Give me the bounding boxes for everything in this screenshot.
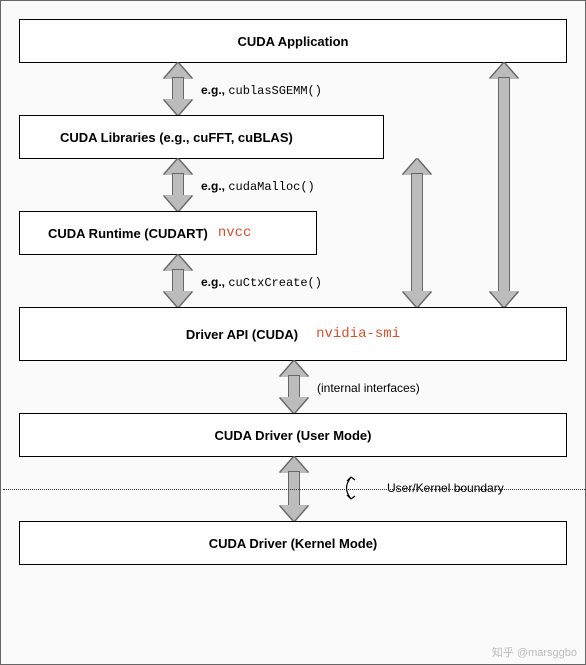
box-cuda-application: CUDA Application — [19, 19, 567, 63]
annotation-prefix: e.g., — [201, 275, 228, 289]
annotation-libs-runtime: e.g., cudaMalloc() — [201, 179, 315, 194]
watermark-text: 知乎 @marsggbo — [492, 644, 577, 660]
annotation-text: User/Kernel boundary — [387, 481, 504, 495]
box-label: CUDA Application — [238, 34, 349, 49]
annotation-app-libs: e.g., cublasSGEMM() — [201, 83, 322, 98]
annotation-user-kernel-boundary: User/Kernel boundary — [387, 481, 504, 495]
annotation-internal-interfaces: (internal interfaces) — [317, 381, 420, 395]
box-cuda-driver-user: CUDA Driver (User Mode) — [19, 413, 567, 457]
box-label: Driver API (CUDA) — [186, 327, 298, 342]
diagram-canvas: { "chart_data": { "type": "diagram", "ti… — [0, 0, 586, 665]
arrow-libs-to-runtime — [163, 159, 193, 211]
box-label: CUDA Libraries (e.g., cuFFT, cuBLAS) — [60, 130, 293, 145]
box-label: CUDA Runtime (CUDART) — [48, 226, 208, 241]
annotation-prefix: e.g., — [201, 179, 228, 193]
box-label: CUDA Driver (User Mode) — [215, 428, 372, 443]
annotation-prefix: e.g., — [201, 83, 228, 97]
annotation-code: cuCtxCreate() — [228, 276, 322, 290]
arrow-libs-to-driverapi-bypass — [402, 159, 432, 307]
annotation-code: cudaMalloc() — [228, 180, 314, 194]
box-label: CUDA Driver (Kernel Mode) — [209, 536, 378, 551]
boundary-curly-arrow-icon — [343, 471, 387, 505]
arrow-app-to-libs — [163, 63, 193, 115]
annotation-code: cublasSGEMM() — [228, 84, 322, 98]
arrow-driverapi-to-driveruser — [279, 361, 309, 413]
box-cuda-libraries: CUDA Libraries (e.g., cuFFT, cuBLAS) — [19, 115, 384, 159]
driverapi-annotation-nvidia-smi: nvidia-smi — [316, 326, 400, 342]
box-cuda-driver-kernel: CUDA Driver (Kernel Mode) — [19, 521, 567, 565]
arrow-runtime-to-driverapi — [163, 255, 193, 307]
runtime-annotation-nvcc: nvcc — [218, 225, 252, 241]
box-cuda-runtime: CUDA Runtime (CUDART) nvcc — [19, 211, 317, 255]
arrow-app-to-driverapi-bypass — [489, 63, 519, 307]
box-driver-api: Driver API (CUDA) nvidia-smi — [19, 307, 567, 361]
annotation-runtime-driverapi: e.g., cuCtxCreate() — [201, 275, 322, 290]
annotation-text: (internal interfaces) — [317, 381, 420, 395]
